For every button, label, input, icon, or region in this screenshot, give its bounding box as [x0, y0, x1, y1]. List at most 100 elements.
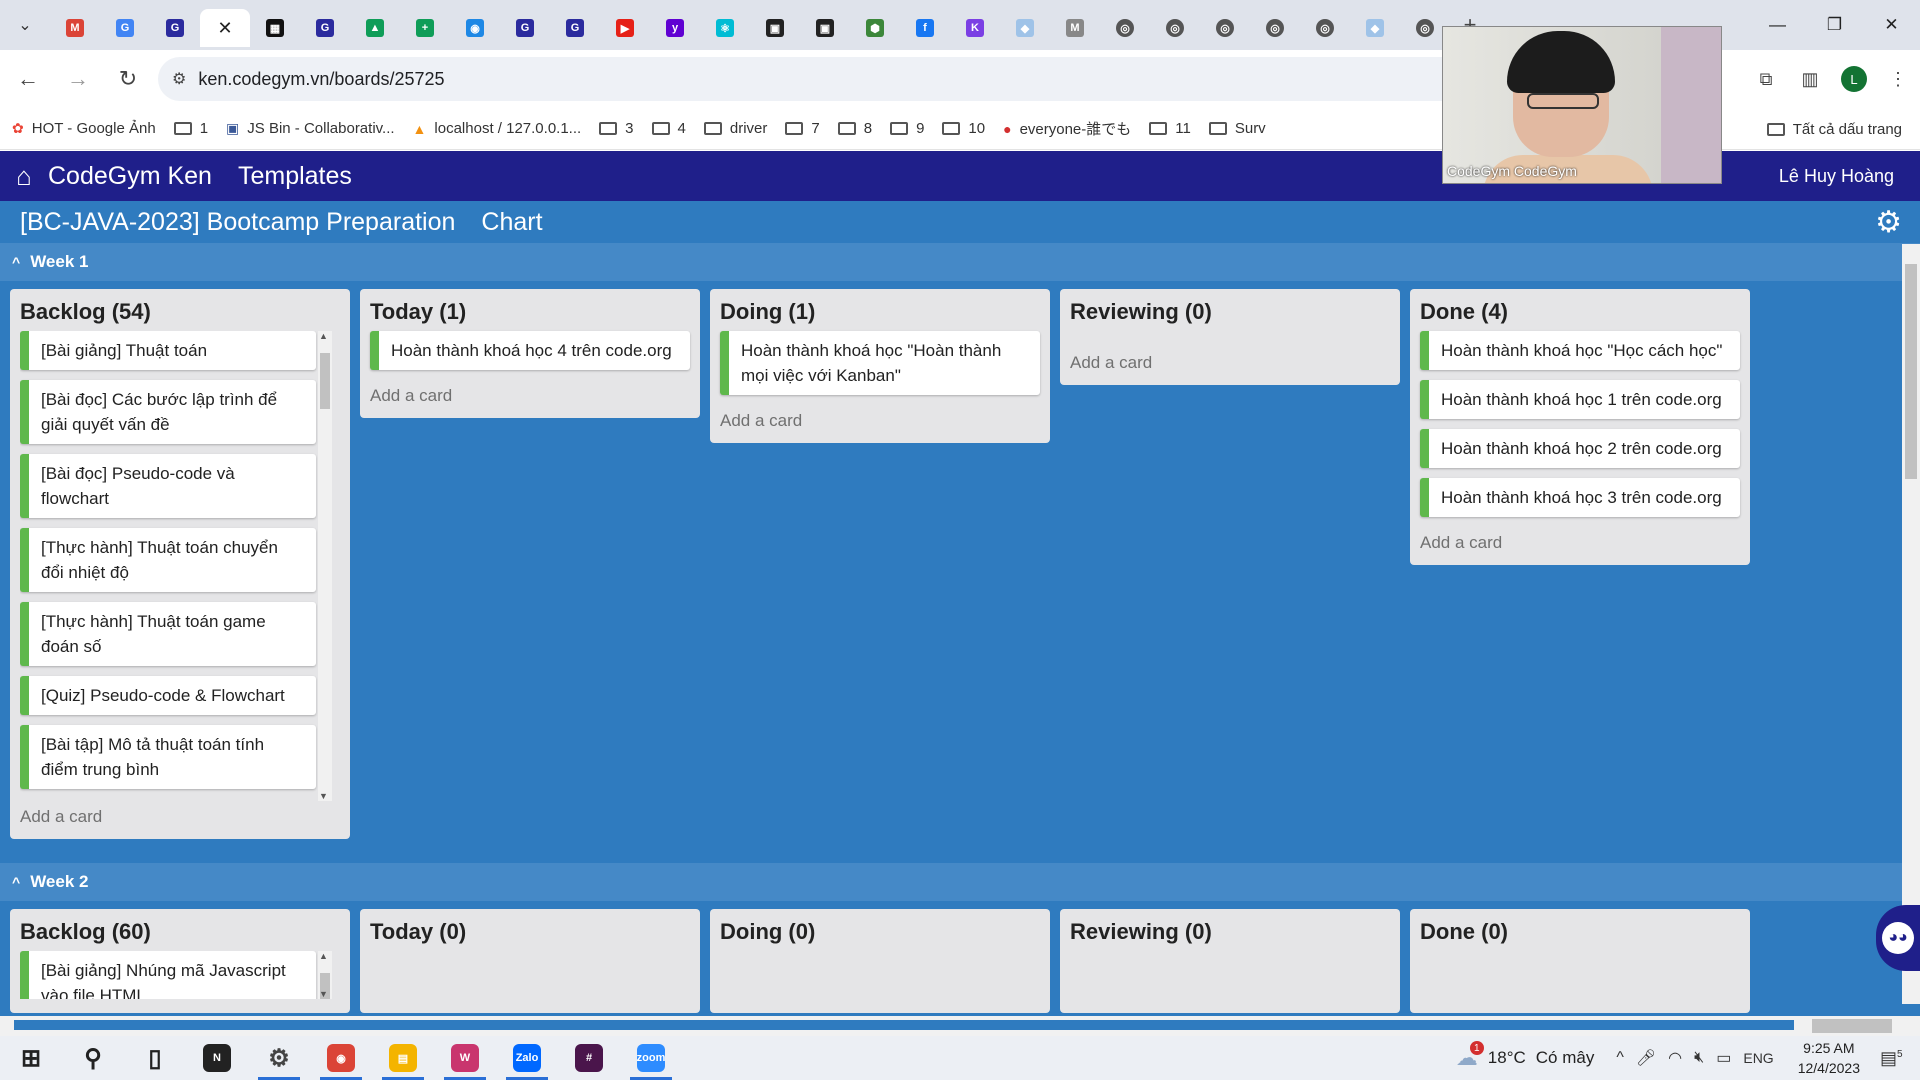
start-button[interactable]: ⊞	[0, 1036, 62, 1080]
browser-tab[interactable]: ◎	[1200, 9, 1250, 47]
card[interactable]: [Thực hành] Thuật toán game đoán số	[20, 602, 316, 666]
bookmark-item[interactable]: ✿ HOT - Google Ảnh	[12, 120, 156, 137]
scrollbar-thumb[interactable]	[320, 353, 330, 409]
bookmark-item[interactable]: driver	[703, 120, 767, 137]
browser-tab[interactable]: ✕	[200, 9, 250, 47]
profile-button[interactable]: L	[1832, 57, 1876, 101]
brand-link[interactable]: CodeGym Ken	[48, 162, 212, 191]
clock[interactable]: 9:25 AM 12/4/2023	[1798, 1038, 1860, 1078]
bookmark-item[interactable]: 10	[942, 120, 985, 137]
browser-tab[interactable]: ◆	[1350, 9, 1400, 47]
notion-button[interactable]: N	[186, 1036, 248, 1080]
browser-tab[interactable]: ◆	[1000, 9, 1050, 47]
scrollbar-thumb[interactable]	[1905, 264, 1917, 479]
browser-tab[interactable]: ◎	[1300, 9, 1350, 47]
bookmark-item[interactable]: ● everyone-誰でも	[1003, 118, 1131, 139]
all-bookmarks[interactable]: Tất cả dấu trang	[1756, 108, 1902, 149]
bookmark-item[interactable]: 4	[651, 120, 686, 137]
bookmark-item[interactable]: ▲ localhost / 127.0.0.1...	[413, 120, 582, 137]
extensions-icon[interactable]: ⧉	[1744, 57, 1788, 101]
card[interactable]: [Bài giảng] Nhúng mã Javascript vào file…	[20, 951, 316, 999]
card[interactable]: Hoàn thành khoá học 4 trên code.org	[370, 331, 690, 370]
lane-scrollbar[interactable]: ▲ ▼	[318, 331, 332, 801]
card[interactable]: Hoàn thành khoá học "Học cách học"	[1420, 331, 1740, 370]
card[interactable]: [Quiz] Pseudo-code & Flowchart	[20, 676, 316, 715]
browser-tab[interactable]: G	[150, 9, 200, 47]
scroll-up-icon[interactable]: ▲	[319, 951, 328, 961]
browser-tab[interactable]: ▲	[350, 9, 400, 47]
microphone-icon[interactable]: 🎤︎	[1636, 1048, 1656, 1068]
browser-tab[interactable]: ▶	[600, 9, 650, 47]
language-indicator[interactable]: ENG	[1743, 1050, 1773, 1066]
wifi-icon[interactable]: ◠	[1668, 1048, 1682, 1068]
scroll-up-icon[interactable]: ▲	[319, 331, 328, 341]
bookmark-item[interactable]: 7	[785, 120, 820, 137]
browser-tab[interactable]: K	[950, 9, 1000, 47]
scrollbar-thumb[interactable]	[1812, 1019, 1892, 1033]
menu-icon[interactable]: ⋮	[1876, 57, 1920, 101]
browser-tab[interactable]: G	[500, 9, 550, 47]
page-scrollbar[interactable]	[1902, 244, 1920, 1004]
browser-tab[interactable]: ◎	[1250, 9, 1300, 47]
bookmark-item[interactable]: 8	[837, 120, 872, 137]
close-window-icon[interactable]: ✕	[1863, 0, 1920, 50]
bookmark-item[interactable]: 9	[890, 120, 924, 137]
close-icon[interactable]: ✕	[217, 18, 232, 39]
browser-tab[interactable]: G	[550, 9, 600, 47]
restore-icon[interactable]: ❐	[1806, 0, 1863, 50]
task-view-button[interactable]: ▯	[124, 1036, 186, 1080]
browser-tab[interactable]: G	[100, 9, 150, 47]
card[interactable]: [Bài đọc] Pseudo-code và flowchart	[20, 454, 316, 518]
card[interactable]: Hoàn thành khoá học "Hoàn thành mọi việc…	[720, 331, 1040, 395]
card[interactable]: [Bài đọc] Các bước lập trình để giải quy…	[20, 380, 316, 444]
browser-tab[interactable]: ◎	[1150, 9, 1200, 47]
zoom-button[interactable]: zoom	[620, 1036, 682, 1080]
bookmark-item[interactable]: 1	[173, 120, 208, 137]
browser-tab[interactable]: M	[1050, 9, 1100, 47]
url-text[interactable]: ken.codegym.vn/boards/25725	[198, 69, 444, 90]
site-info-icon[interactable]: ⚙	[172, 69, 186, 89]
reload-icon[interactable]: ↻	[106, 57, 150, 101]
scroll-down-icon[interactable]: ▼	[319, 791, 328, 801]
browser-tab[interactable]: f	[900, 9, 950, 47]
week-2-header[interactable]: ^ Week 2	[0, 863, 1920, 901]
horizontal-scrollbar[interactable]	[0, 1016, 1920, 1036]
bookmark-item[interactable]: Surv	[1208, 120, 1266, 137]
browser-tab[interactable]: ◎	[1100, 9, 1150, 47]
browser-tab[interactable]: ⚛	[700, 9, 750, 47]
zalo-button[interactable]: Zalo	[496, 1036, 558, 1080]
lane-scrollbar[interactable]: ▲ ▼	[318, 951, 332, 999]
card[interactable]: [Bài giảng] Thuật toán	[20, 331, 316, 370]
settings-button[interactable]: ⚙	[248, 1036, 310, 1080]
card[interactable]: [Thực hành] Thuật toán chuyển đổi nhiệt …	[20, 528, 316, 592]
scroll-down-icon[interactable]: ▼	[319, 989, 328, 999]
minimize-icon[interactable]: —	[1749, 0, 1806, 50]
card[interactable]: Hoàn thành khoá học 1 trên code.org	[1420, 380, 1740, 419]
bookmark-item[interactable]: 3	[599, 120, 634, 137]
forward-icon[interactable]: →	[56, 57, 100, 101]
add-card-button[interactable]: Add a card	[360, 380, 700, 418]
week-1-header[interactable]: ^ Week 1	[0, 243, 1920, 281]
search-button[interactable]: ⚲	[62, 1036, 124, 1080]
card[interactable]: Hoàn thành khoá học 3 trên code.org	[1420, 478, 1740, 517]
tab-search-icon[interactable]: ⌄	[0, 0, 50, 50]
add-card-button[interactable]: Add a card	[710, 405, 1050, 443]
bookmark-item[interactable]: ▣ JS Bin - Collaborativ...	[226, 120, 395, 137]
browser-tab[interactable]: ▣	[750, 9, 800, 47]
wps-button[interactable]: W	[434, 1036, 496, 1080]
slack-button[interactable]: #	[558, 1036, 620, 1080]
webcam-overlay[interactable]: CodeGym CodeGym	[1442, 26, 1722, 184]
add-card-button[interactable]: Add a card	[10, 801, 350, 839]
home-icon[interactable]: ⌂	[0, 161, 48, 192]
add-card-button[interactable]: Add a card	[1410, 527, 1750, 565]
back-icon[interactable]: ←	[6, 57, 50, 101]
browser-tab[interactable]: ◉	[450, 9, 500, 47]
user-name[interactable]: Lê Huy Hoàng	[1779, 166, 1894, 187]
browser-tab[interactable]: G	[300, 9, 350, 47]
weather-widget[interactable]: ☁ 1 18°C Có mây	[1456, 1041, 1594, 1071]
browser-tab[interactable]: M	[50, 9, 100, 47]
battery-icon[interactable]: ▭	[1716, 1048, 1731, 1068]
chrome-button[interactable]: ◉	[310, 1036, 372, 1080]
browser-tab[interactable]: ▣	[800, 9, 850, 47]
browser-tab[interactable]: +	[400, 9, 450, 47]
